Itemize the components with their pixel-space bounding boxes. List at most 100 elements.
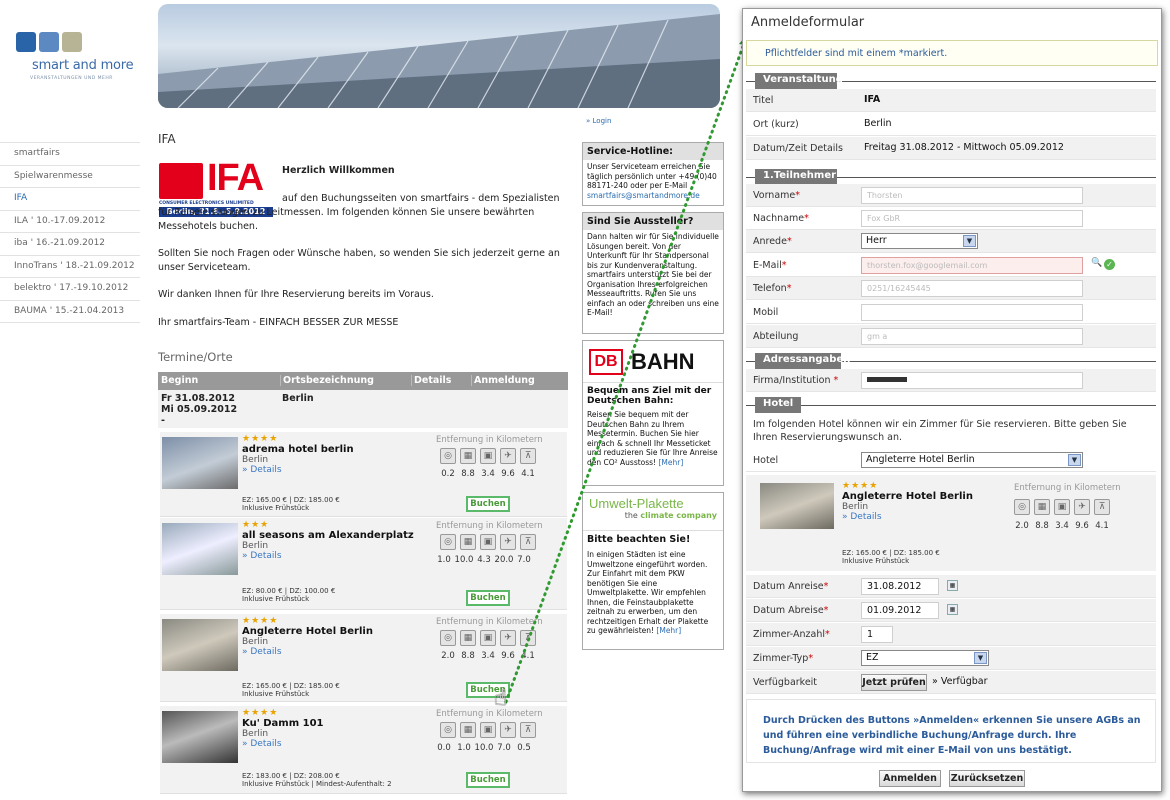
hotel-price: EZ: 165.00 € | DZ: 185.00 € Inklusive Frü…: [842, 549, 940, 565]
hotel-extra: Inklusive Frühstück: [242, 690, 310, 698]
search-icon[interactable]: 🔍: [1091, 258, 1102, 268]
anzahl-label: Zimmer-Anzahl*: [753, 629, 830, 640]
hotel-details-link[interactable]: » Details: [842, 512, 973, 522]
check-availability-button[interactable]: Jetzt prüfen: [861, 674, 927, 691]
nav-item-innotrans[interactable]: InnoTrans ' 18.-21.09.2012: [0, 256, 140, 278]
city-center-icon: ▦: [460, 534, 476, 550]
nav-item-spielwarenmesse[interactable]: Spielwarenmesse: [0, 166, 140, 188]
hotel-extra: Inklusive Frühstück: [242, 504, 310, 512]
hotel-price-text: EZ: 165.00 € | DZ: 185.00 €: [242, 682, 340, 690]
section-hotel: Hotel: [755, 397, 801, 413]
reset-button[interactable]: Zurücksetzen: [949, 770, 1025, 787]
row-datum: Datum/Zeit Details Freitag 31.08.2012 - M…: [746, 137, 1156, 160]
row-vorname: Vorname*: [746, 184, 1156, 207]
hotel-select[interactable]: Angleterre Hotel Berlin ▼: [861, 452, 1083, 468]
logo-square-2: [39, 32, 59, 52]
nachname-label-text: Nachname: [753, 213, 805, 224]
hand-cursor-icon: ☝: [494, 686, 508, 711]
hotel-stars: ★★★★: [242, 708, 279, 718]
nachname-input[interactable]: [861, 210, 1083, 227]
hotel-price: EZ: 165.00 € | DZ: 185.00 € Inklusive Frü…: [242, 496, 340, 512]
mobil-input[interactable]: [861, 304, 1083, 321]
abteilung-input[interactable]: [861, 328, 1083, 345]
dist-fair: 2.0: [1015, 521, 1029, 531]
hotel-city: Berlin: [242, 541, 269, 551]
firma-label: Firma/Institution *: [753, 375, 838, 386]
hotel-details-link[interactable]: » Details: [242, 551, 414, 561]
anmelden-button[interactable]: Anmelden: [879, 770, 941, 787]
hotel-name: adrema hotel berlin: [242, 444, 354, 455]
zimmer-typ-value: EZ: [866, 652, 879, 663]
required-mark: *: [808, 653, 814, 664]
hotel-name: Angleterre Hotel Berlin: [842, 491, 973, 502]
fair-icon: ◎: [440, 722, 456, 738]
row-telefon: Telefon*: [746, 277, 1156, 300]
hotel-price: EZ: 183.00 € | DZ: 208.00 € Inklusive Frü…: [242, 772, 392, 788]
hotel-city: Berlin: [242, 729, 269, 739]
row-zimmer-anzahl: Zimmer-Anzahl*: [746, 623, 1156, 646]
email-label: E-Mail*: [753, 260, 786, 271]
event-begin: Fr 31.08.2012: [161, 393, 235, 404]
nav-item-smartfairs[interactable]: smartfairs: [0, 143, 140, 166]
train-station-icon: ▣: [480, 722, 496, 738]
calendar-icon[interactable]: ▦: [947, 604, 958, 615]
dist-fair: 1.0: [437, 555, 451, 565]
book-button[interactable]: Buchen: [466, 772, 510, 788]
hotel-city: Berlin: [842, 502, 869, 512]
datum-label: Datum/Zeit Details: [753, 143, 844, 154]
termine-heading: Termine/Orte: [158, 350, 233, 364]
anreise-input[interactable]: [861, 578, 939, 595]
fair-icon: ◎: [440, 448, 456, 464]
row-hotel: Hotel Angleterre Hotel Berlin ▼: [746, 449, 1156, 472]
nav-item-ifa[interactable]: IFA: [0, 188, 140, 211]
hotel-photo[interactable]: [162, 619, 238, 671]
hotel-details-link[interactable]: » Details: [242, 465, 354, 475]
form-title: Anmeldeformular: [751, 15, 865, 30]
zimmer-typ-select[interactable]: EZ ▼: [861, 650, 989, 666]
hotel-stars: ★★★★: [842, 481, 879, 491]
hotel-extra: Inklusive Frühstück | Mindest-Aufenthalt…: [242, 780, 392, 788]
telefon-input[interactable]: [861, 280, 1083, 297]
distance-icons: ◎▦▣✈⊼: [1014, 499, 1110, 515]
zimmer-anzahl-input[interactable]: [861, 626, 893, 643]
anrede-label-text: Anrede: [753, 236, 787, 247]
typ-label-text: Zimmer-Typ: [753, 653, 809, 664]
registration-form: Anmeldeformular Pflichtfelder sind mit e…: [742, 8, 1162, 792]
email-input[interactable]: [861, 257, 1083, 274]
hotel-details-link[interactable]: » Details: [242, 647, 373, 657]
selected-hotel-card: ★★★★ Angleterre Hotel Berlin Berlin » De…: [746, 475, 1156, 571]
row-anreise: Datum Anreise* ▦: [746, 575, 1156, 598]
hotel-city: Berlin: [242, 637, 269, 647]
vorname-input[interactable]: [861, 187, 1083, 204]
abreise-input[interactable]: [861, 602, 939, 619]
anrede-select[interactable]: Herr ▼: [861, 233, 978, 249]
hotel-photo[interactable]: [162, 711, 238, 763]
nav-item-belektro[interactable]: belektro ' 17.-19.10.2012: [0, 278, 140, 301]
firma-label-text: Firma/Institution: [753, 375, 831, 386]
left-nav: smartfairs Spielwarenmesse IFA ILA ' 10.…: [0, 142, 140, 323]
abreise-label: Datum Abreise*: [753, 605, 828, 616]
required-note: Pflichtfelder sind mit einem *markiert.: [746, 40, 1158, 66]
firma-input[interactable]: [861, 372, 1083, 389]
hotel-photo[interactable]: [162, 437, 238, 489]
anzahl-label-text: Zimmer-Anzahl: [753, 629, 826, 640]
city-center-icon: ▦: [460, 448, 476, 464]
fair-icon: ◎: [440, 630, 456, 646]
row-titel: Titel IFA: [746, 89, 1156, 112]
distance-values: 2.0 8.8 3.4 9.6 4.1: [1012, 521, 1112, 531]
calendar-icon[interactable]: ▦: [947, 580, 958, 591]
hotel-details-link[interactable]: » Details: [242, 739, 323, 749]
nav-item-bauma[interactable]: BAUMA ' 15.-21.04.2013: [0, 301, 140, 323]
hotel-price-text: EZ: 165.00 € | DZ: 185.00 €: [242, 496, 340, 504]
row-email: E-Mail* 🔍✓: [746, 254, 1156, 277]
nav-item-ila[interactable]: ILA ' 10.-17.09.2012: [0, 211, 140, 233]
hotel-price-text: EZ: 165.00 € | DZ: 185.00 €: [842, 549, 940, 557]
hotel-photo[interactable]: [162, 523, 238, 575]
section-veranstaltung: Veranstaltung: [755, 73, 843, 89]
nav-item-iba[interactable]: iba ' 16.-21.09.2012: [0, 233, 140, 256]
hotel-name: Ku' Damm 101: [242, 718, 324, 729]
event-dates: Fr 31.08.2012 Mi 05.09.2012 -: [161, 393, 237, 426]
col-beginn: Beginn: [161, 375, 199, 386]
hotel-info: ★★★★ adrema hotel berlin Berlin » Detail…: [242, 434, 354, 475]
chevron-down-icon: ▼: [1068, 454, 1081, 466]
